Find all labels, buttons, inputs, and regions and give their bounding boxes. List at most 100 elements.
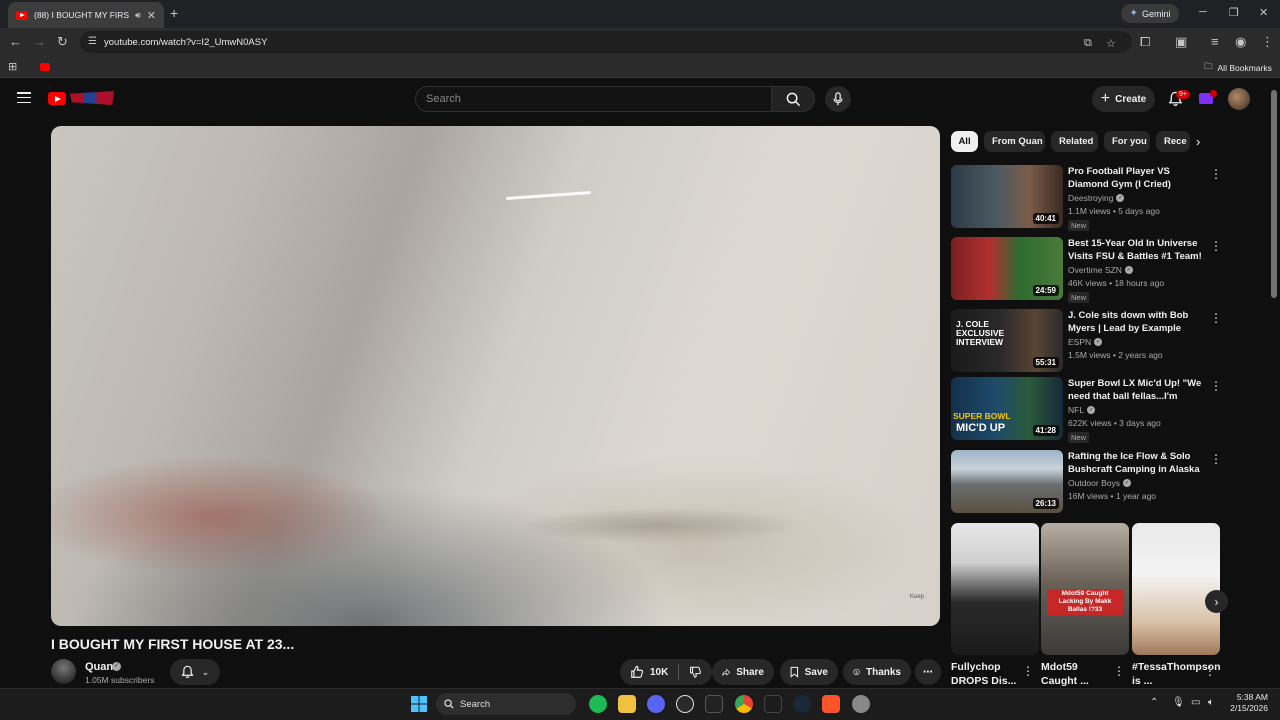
- more-vertical-icon[interactable]: ⋮: [1210, 167, 1222, 181]
- minimize-icon[interactable]: ─: [1199, 6, 1207, 18]
- like-button[interactable]: 10K: [630, 665, 668, 679]
- video-thumbnail[interactable]: J. COLE EXCLUSIVE INTERVIEW 55:31: [951, 309, 1063, 372]
- share-button[interactable]: Share: [712, 659, 774, 685]
- install-app-icon[interactable]: ⧉: [1084, 37, 1092, 50]
- restore-icon[interactable]: ❐: [1229, 6, 1239, 19]
- chrome-icon[interactable]: [735, 695, 753, 713]
- channel-name[interactable]: Quan: [85, 661, 113, 673]
- taskbar-search[interactable]: Search: [436, 693, 576, 715]
- brave-icon[interactable]: [822, 695, 840, 713]
- site-info-icon[interactable]: ☰: [88, 36, 97, 47]
- recommended-video[interactable]: 26:13 Rafting the Ice Flow & Solo Bushcr…: [951, 450, 1223, 514]
- windows-start-icon[interactable]: [411, 696, 427, 712]
- more-vertical-icon[interactable]: ⋮: [1210, 452, 1222, 466]
- extensions-icon[interactable]: ⧠: [1140, 34, 1150, 50]
- recommended-video[interactable]: SUPER BOWL MIC'D UP 41:28 Super Bowl LX …: [951, 377, 1223, 443]
- video-thumbnail[interactable]: 40:41: [951, 165, 1063, 228]
- account-avatar[interactable]: [1228, 88, 1250, 110]
- more-vertical-icon[interactable]: ⋮: [1113, 664, 1125, 678]
- youtube-logo-icon[interactable]: [48, 92, 66, 105]
- spotify-icon[interactable]: [589, 695, 607, 713]
- more-vertical-icon[interactable]: ⋮: [1022, 664, 1034, 678]
- network-icon[interactable]: ▭: [1191, 697, 1200, 708]
- all-bookmarks-button[interactable]: 🗀 All Bookmarks: [1204, 61, 1272, 75]
- taskbar-clock[interactable]: 5:38 AM 2/15/2026: [1226, 692, 1268, 714]
- channel-name[interactable]: Outdoor Boys ✓: [1068, 478, 1131, 488]
- shorts-next-button[interactable]: ›: [1205, 590, 1228, 613]
- recommended-video[interactable]: 24:59 Best 15-Year Old In Universe Visit…: [951, 237, 1223, 303]
- chip-all[interactable]: All: [951, 131, 978, 152]
- more-vertical-icon[interactable]: ⋮: [1204, 664, 1216, 678]
- short-title[interactable]: Mdot59 Caught ...: [1041, 660, 1113, 688]
- video-title[interactable]: Rafting the Ice Flow & Solo Bushcraft Ca…: [1068, 450, 1208, 476]
- gemini-button[interactable]: ✦ Gemini: [1121, 4, 1179, 23]
- chevron-right-icon[interactable]: ›: [1196, 134, 1200, 149]
- video-thumbnail[interactable]: 24:59: [951, 237, 1063, 300]
- youtube-doodle-logo[interactable]: [70, 91, 114, 105]
- browser-tab[interactable]: (88) I BOUGHT MY FIRST HOUSE AT 23... 🔊︎…: [8, 2, 164, 28]
- channel-avatar[interactable]: [51, 659, 76, 684]
- bookmark-star-icon[interactable]: ☆: [1106, 37, 1116, 50]
- logitech-icon[interactable]: [764, 695, 782, 713]
- save-button[interactable]: Save: [780, 659, 838, 685]
- volume-icon[interactable]: 🔈︎: [1208, 697, 1214, 708]
- more-vertical-icon[interactable]: ⋮: [1210, 379, 1222, 393]
- chip-related[interactable]: Related: [1051, 131, 1098, 152]
- short-thumbnail[interactable]: Mdot59 Caught Lacking By Makk Ballas !?3…: [1041, 523, 1129, 655]
- video-title[interactable]: Pro Football Player VS Diamond Gym (I Cr…: [1068, 165, 1208, 191]
- chevron-up-icon[interactable]: ⌃: [1150, 697, 1158, 708]
- video-title[interactable]: Best 15-Year Old In Universe Visits FSU …: [1068, 237, 1208, 263]
- recommended-video[interactable]: 40:41 Pro Football Player VS Diamond Gym…: [951, 165, 1223, 231]
- media-control-icon[interactable]: ≡: [1211, 34, 1219, 49]
- channel-name[interactable]: Deestroying ✓: [1068, 193, 1125, 203]
- back-icon[interactable]: ←: [9, 34, 22, 49]
- search-button[interactable]: [771, 86, 815, 112]
- chip-from-quan[interactable]: From Quan: [984, 131, 1045, 152]
- create-button[interactable]: + Create: [1092, 86, 1155, 112]
- short-thumbnail[interactable]: [951, 523, 1039, 655]
- github-desktop-icon[interactable]: [676, 695, 694, 713]
- apps-grid-icon[interactable]: ⊞: [8, 60, 17, 73]
- channel-name[interactable]: NFL ✓: [1068, 405, 1096, 415]
- thanks-button[interactable]: $ Thanks: [843, 659, 911, 685]
- chip-for-you[interactable]: For you: [1104, 131, 1150, 152]
- tab-search-icon[interactable]: ▣: [1175, 34, 1187, 50]
- thumbs-down-icon[interactable]: [689, 665, 702, 679]
- more-vertical-icon[interactable]: ⋮: [1210, 239, 1222, 253]
- more-actions-button[interactable]: ⋯: [915, 659, 941, 685]
- discord-icon[interactable]: [647, 695, 665, 713]
- address-bar[interactable]: ☰ youtube.com/watch?v=I2_UmwN0ASY ⧉ ☆: [80, 31, 1132, 53]
- window-close-icon[interactable]: ✕: [1259, 6, 1268, 19]
- settings-gear-icon[interactable]: [852, 695, 870, 713]
- video-title[interactable]: Super Bowl LX Mic'd Up! "We need that ba…: [1068, 377, 1208, 403]
- more-vertical-icon[interactable]: ⋮: [1210, 311, 1222, 325]
- steam-icon[interactable]: [793, 695, 811, 713]
- profile-icon[interactable]: ◉: [1235, 34, 1246, 50]
- youtube-bookmark-icon[interactable]: [40, 63, 50, 71]
- search-input[interactable]: Search: [415, 86, 772, 112]
- chrome-menu-icon[interactable]: ⋮: [1261, 34, 1274, 50]
- tab-close-icon[interactable]: ✕: [147, 9, 156, 22]
- file-explorer-icon[interactable]: [618, 695, 636, 713]
- forward-icon[interactable]: →: [33, 34, 46, 49]
- new-tab-icon[interactable]: +: [170, 5, 178, 21]
- video-thumbnail[interactable]: 26:13: [951, 450, 1063, 513]
- microphone-tray-icon[interactable]: 🎙︎: [1172, 697, 1185, 708]
- epic-games-icon[interactable]: [705, 695, 723, 713]
- recommended-video[interactable]: J. COLE EXCLUSIVE INTERVIEW 55:31 J. Col…: [951, 309, 1223, 373]
- chip-recently-uploaded[interactable]: Rece: [1156, 131, 1190, 152]
- guide-menu-icon[interactable]: [17, 92, 31, 106]
- subscription-notifications-button[interactable]: ⌄: [170, 659, 220, 685]
- video-thumbnail[interactable]: SUPER BOWL MIC'D UP 41:28: [951, 377, 1063, 440]
- short-title[interactable]: Fullychop DROPS Dis...: [951, 660, 1023, 688]
- short-thumbnail[interactable]: [1132, 523, 1220, 655]
- video-player[interactable]: Keep: [51, 126, 940, 626]
- channel-name[interactable]: ESPN ✓: [1068, 337, 1103, 347]
- voice-search-button[interactable]: [825, 86, 851, 112]
- page-scrollbar[interactable]: [1271, 90, 1277, 298]
- channel-name[interactable]: Overtime SZN ✓: [1068, 265, 1133, 275]
- short-title[interactable]: #TessaThompson is ...: [1132, 660, 1221, 688]
- speaker-icon[interactable]: 🔊︎: [135, 10, 141, 21]
- reload-icon[interactable]: ↻: [57, 34, 68, 50]
- video-title[interactable]: J. Cole sits down with Bob Myers | Lead …: [1068, 309, 1208, 335]
